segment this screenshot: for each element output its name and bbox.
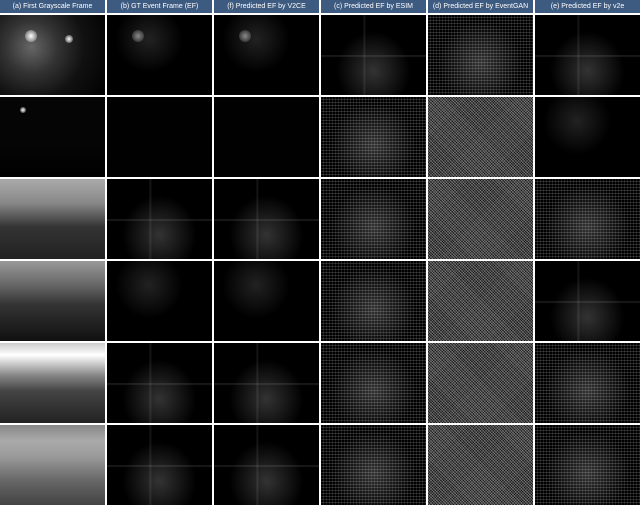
image-cell xyxy=(321,179,426,259)
image-cell xyxy=(214,343,319,423)
column-header-d: (c) Predicted EF by ESIM xyxy=(321,0,426,13)
image-cell xyxy=(535,343,640,423)
image-cell xyxy=(535,425,640,505)
image-cell xyxy=(107,15,212,95)
image-cell xyxy=(214,15,319,95)
image-cell xyxy=(535,179,640,259)
image-cell xyxy=(428,261,533,341)
image-cell xyxy=(321,261,426,341)
image-cell xyxy=(321,425,426,505)
image-cell xyxy=(107,425,212,505)
image-cell xyxy=(535,97,640,177)
image-cell xyxy=(428,15,533,95)
image-cell xyxy=(321,15,426,95)
image-cell xyxy=(428,343,533,423)
image-cell xyxy=(107,343,212,423)
image-cell xyxy=(214,261,319,341)
image-cell xyxy=(214,97,319,177)
image-cell xyxy=(535,15,640,95)
image-cell xyxy=(0,97,105,177)
image-cell xyxy=(0,261,105,341)
image-cell xyxy=(0,15,105,95)
image-cell xyxy=(214,425,319,505)
image-cell xyxy=(428,425,533,505)
image-cell xyxy=(535,261,640,341)
column-header-f: (e) Predicted EF by v2e xyxy=(535,0,640,13)
comparison-grid: (a) First Grayscale Frame (b) GT Event F… xyxy=(0,0,640,505)
image-cell xyxy=(214,179,319,259)
image-cell xyxy=(107,261,212,341)
image-cell xyxy=(0,179,105,259)
column-header-a: (a) First Grayscale Frame xyxy=(0,0,105,13)
image-cell xyxy=(0,425,105,505)
image-cell xyxy=(321,97,426,177)
column-header-c: (f) Predicted EF by V2CE xyxy=(214,0,319,13)
column-header-e: (d) Predicted EF by EventGAN xyxy=(428,0,533,13)
image-cell xyxy=(428,179,533,259)
image-cell xyxy=(0,343,105,423)
image-cell xyxy=(428,97,533,177)
column-header-b: (b) GT Event Frame (EF) xyxy=(107,0,212,13)
image-cell xyxy=(107,179,212,259)
image-cell xyxy=(107,97,212,177)
image-cell xyxy=(321,343,426,423)
